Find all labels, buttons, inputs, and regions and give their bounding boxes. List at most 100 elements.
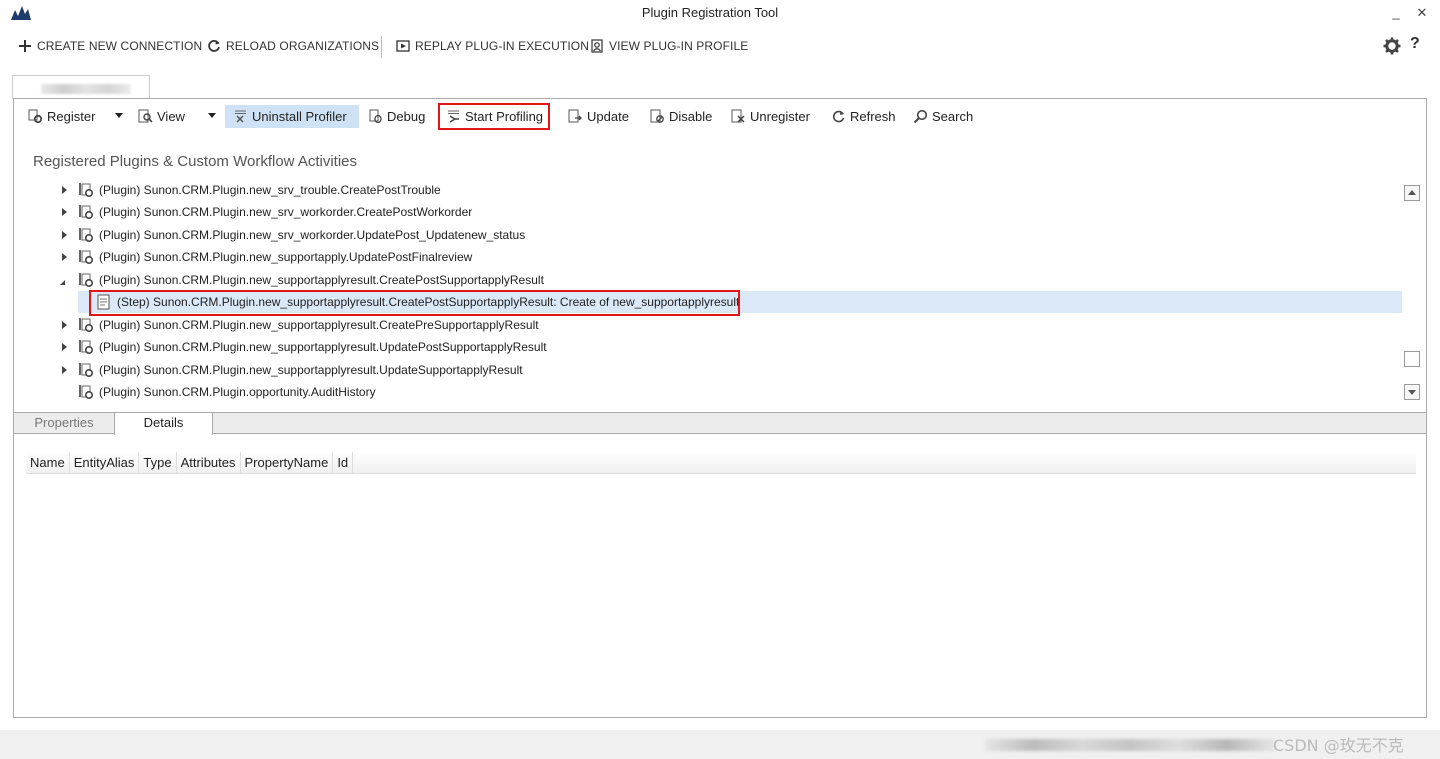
tree-row-label: (Plugin) Sunon.CRM.Plugin.opportunity.Au… [99,385,376,399]
window-title: Plugin Registration Tool [641,5,779,20]
update-button[interactable]: Update [564,105,633,128]
view-icon [138,109,153,123]
title-bar: Plugin Registration Tool _ ✕ [0,0,1440,26]
disable-icon [650,109,664,123]
column-header-entityalias[interactable]: EntityAlias [70,452,140,473]
tree-row-label: (Plugin) Sunon.CRM.Plugin.new_supportapp… [99,273,544,287]
tree-row-label: (Plugin) Sunon.CRM.Plugin.new_srv_workor… [99,205,473,219]
replay-plugin-execution-button[interactable]: REPLAY PLUG-IN EXECUTION [396,36,589,56]
disable-button[interactable]: Disable [646,105,716,128]
expand-arrow-icon[interactable] [62,366,67,374]
tree-row-label: (Plugin) Sunon.CRM.Plugin.new_supportapp… [99,363,523,377]
refresh-label: Refresh [850,109,896,124]
expand-arrow-icon[interactable] [62,321,67,329]
plugin-icon [79,385,94,400]
tree-row[interactable]: (Plugin) Sunon.CRM.Plugin.new_srv_troubl… [14,179,1402,201]
tab-details[interactable]: Details [114,413,213,435]
unregister-label: Unregister [750,109,810,124]
uninstall-profiler-label: Uninstall Profiler [252,109,347,124]
expand-arrow-icon[interactable] [62,208,67,216]
close-button[interactable]: ✕ [1412,4,1432,22]
tree-scrollbar[interactable] [1404,181,1422,401]
debug-label: Debug [387,109,426,124]
main-panel: Register View Uninstall Profiler Debug S… [13,98,1427,718]
tree-row-label: (Plugin) Sunon.CRM.Plugin.new_srv_workor… [99,228,526,242]
tree-row[interactable]: (Plugin) Sunon.CRM.Plugin.new_supportapp… [14,269,1402,291]
tree-row[interactable]: (Plugin) Sunon.CRM.Plugin.new_supportapp… [14,336,1402,358]
create-new-connection-button[interactable]: CREATE NEW CONNECTION [18,36,202,56]
tree-row[interactable]: (Plugin) Sunon.CRM.Plugin.new_srv_workor… [14,224,1402,246]
command-separator [381,36,382,58]
scroll-down-button[interactable] [1404,384,1420,400]
column-header-type[interactable]: Type [139,452,177,473]
view-dropdown-icon[interactable] [208,113,216,118]
plugin-icon [79,183,94,198]
debug-icon [369,109,382,124]
start-profiling-label: Start Profiling [465,109,544,124]
tree-row[interactable]: (Plugin) Sunon.CRM.Plugin.new_supportapp… [14,314,1402,336]
view-label: View [157,109,185,124]
column-header-id[interactable]: Id [333,452,354,473]
unregister-icon [731,109,745,123]
plugin-icon [79,250,94,265]
reload-organizations-button[interactable]: RELOAD ORGANIZATIONS [207,36,379,56]
column-header-propertyname[interactable]: PropertyName [241,452,334,473]
unregister-button[interactable]: Unregister [727,105,814,128]
register-dropdown-icon[interactable] [115,113,123,118]
tree-row-label: (Plugin) Sunon.CRM.Plugin.new_supportapp… [99,250,473,264]
register-button[interactable]: Register [24,105,99,128]
reload-organizations-label: RELOAD ORGANIZATIONS [226,39,380,53]
tree-row[interactable]: (Plugin) Sunon.CRM.Plugin.new_supportapp… [14,246,1402,268]
redacted-organization-name [41,84,131,94]
details-grid-header: Name EntityAlias Type Attributes Propert… [26,452,1416,474]
create-new-connection-label: CREATE NEW CONNECTION [37,39,203,53]
settings-gear-icon[interactable] [1383,37,1401,55]
column-header-name[interactable]: Name [26,452,70,473]
start-profiling-button[interactable]: Start Profiling [437,103,551,130]
tree-row[interactable]: (Plugin) Sunon.CRM.Plugin.opportunity.Au… [14,381,1402,403]
disable-label: Disable [669,109,713,124]
plugin-icon [79,273,94,288]
replay-icon [396,40,410,52]
replay-plugin-execution-label: REPLAY PLUG-IN EXECUTION [415,39,589,53]
expand-arrow-icon[interactable] [62,343,67,351]
section-title: Registered Plugins & Custom Workflow Act… [33,153,358,170]
expand-arrow-icon[interactable] [62,253,67,261]
plugin-icon [79,363,94,378]
command-bar: CREATE NEW CONNECTION RELOAD ORGANIZATIO… [0,30,1440,62]
tab-properties[interactable]: Properties [14,413,114,434]
help-button[interactable]: ? [1410,35,1420,53]
step-highlight-box [89,290,740,316]
organization-tab[interactable] [12,75,150,99]
refresh-button[interactable]: Refresh [827,105,900,128]
profile-icon [591,39,603,53]
tree-row[interactable]: (Plugin) Sunon.CRM.Plugin.new_srv_workor… [14,201,1402,223]
view-plugin-profile-label: VIEW PLUG-IN PROFILE [609,39,749,53]
view-button[interactable]: View [134,105,189,128]
minimize-button[interactable]: _ [1386,4,1406,22]
bottom-tab-strip: Properties Details [14,412,1426,435]
search-label: Search [932,109,974,124]
register-label: Register [47,109,96,124]
tree-row-label: (Plugin) Sunon.CRM.Plugin.new_supportapp… [99,318,539,332]
plugin-icon [79,340,94,355]
watermark: CSDN @玫无不克 [1273,736,1404,755]
expand-arrow-icon[interactable] [62,231,67,239]
expand-arrow-icon[interactable] [62,186,67,194]
search-icon [913,109,928,124]
uninstall-profiler-icon [235,110,246,123]
uninstall-profiler-button[interactable]: Uninstall Profiler [225,105,359,128]
register-gear-icon [28,109,43,124]
collapse-arrow-icon[interactable] [60,279,65,285]
search-button[interactable]: Search [909,105,977,128]
view-plugin-profile-button[interactable]: VIEW PLUG-IN PROFILE [590,36,748,56]
update-label: Update [587,109,629,124]
scroll-thumb[interactable] [1404,351,1420,367]
status-bar: CSDN @玫无不克 [0,730,1440,759]
debug-button[interactable]: Debug [364,105,429,128]
column-header-attributes[interactable]: Attributes [177,452,241,473]
tree-row[interactable]: (Plugin) Sunon.CRM.Plugin.new_supportapp… [14,359,1402,381]
start-profiling-icon [448,110,459,123]
scroll-up-button[interactable] [1404,185,1420,201]
redacted-status-text [985,739,1275,751]
